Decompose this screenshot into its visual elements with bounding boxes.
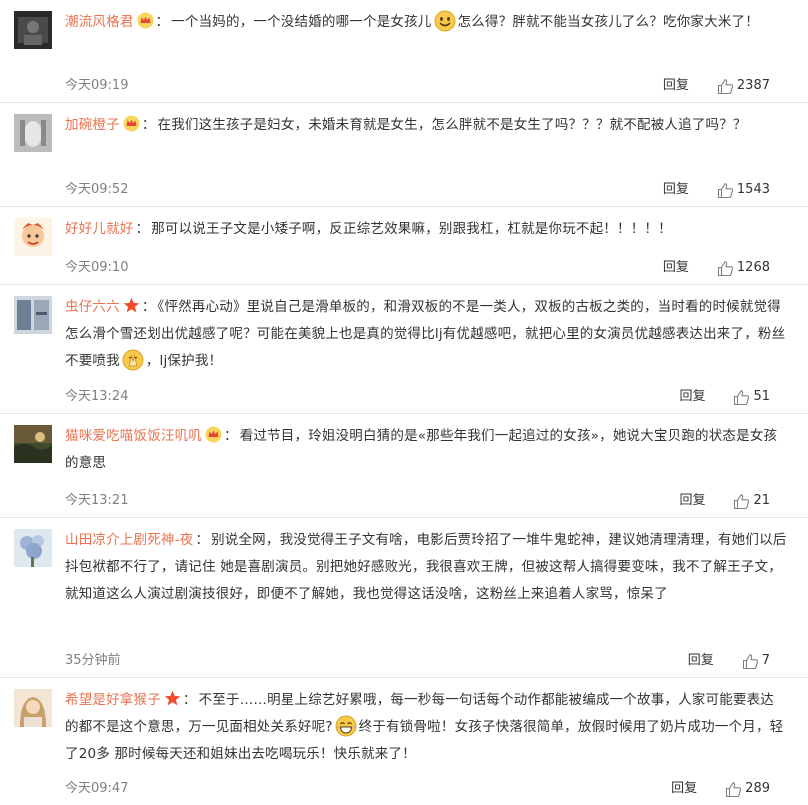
reply-button[interactable]: 回复 bbox=[688, 651, 714, 671]
comment-text: 潮流风格君：一个当妈的，一个没结婚的哪一个是女孩儿 怎么得？胖就不能当女孩儿了么？… bbox=[65, 9, 787, 36]
comment-item: 山田凉介上剧死神-夜：别说全网，我没觉得王子文有啥，电影后贾玲招了一堆牛鬼蛇神，… bbox=[0, 518, 808, 678]
thumbs-up-icon bbox=[717, 182, 734, 199]
comment-meta: 今天13:24 回复 51 bbox=[65, 387, 808, 407]
thumbs-up-icon bbox=[717, 78, 734, 95]
comment-text: 加碗橙子：在我们这生孩子是妇女，未婚未育就是女生，怎么胖就不是女生了吗？？？就不… bbox=[65, 115, 747, 133]
thumbs-up-icon bbox=[725, 781, 742, 798]
star-badge-icon bbox=[164, 690, 181, 707]
like-button[interactable]: 1268 bbox=[717, 258, 770, 278]
avatar[interactable] bbox=[14, 114, 52, 152]
like-count: 21 bbox=[753, 493, 770, 508]
timestamp: 今天09:10 bbox=[65, 260, 129, 275]
comment-body: 在我们这生孩子是妇女，未婚未育就是女生，怎么胖就不是女生了吗？？？就不配被人追了… bbox=[157, 117, 747, 133]
comment-actions: 回复 1268 bbox=[663, 258, 770, 278]
star-badge-icon bbox=[123, 297, 140, 314]
username[interactable]: 希望是好拿猴子 bbox=[65, 692, 161, 708]
comment-body-continued: ，lj保护我！ bbox=[145, 353, 223, 369]
timestamp: 今天13:21 bbox=[65, 493, 129, 508]
like-count: 1268 bbox=[736, 260, 770, 275]
like-button[interactable]: 21 bbox=[733, 491, 770, 511]
like-count: 7 bbox=[761, 653, 770, 668]
comment-actions: 回复 51 bbox=[679, 387, 770, 407]
comment-meta: 35分钟前 回复 7 bbox=[65, 651, 808, 671]
thumbs-up-icon bbox=[717, 260, 734, 277]
username[interactable]: 虫仔六六 bbox=[65, 299, 120, 315]
comment-actions: 回复 1543 bbox=[663, 180, 770, 200]
comment-feed: 潮流风格君：一个当妈的，一个没结婚的哪一个是女孩儿 怎么得？胖就不能当女孩儿了么？… bbox=[0, 0, 808, 805]
username[interactable]: 潮流风格君 bbox=[65, 14, 134, 30]
like-button[interactable]: 7 bbox=[742, 651, 770, 671]
avatar[interactable] bbox=[14, 689, 52, 727]
timestamp: 今天13:24 bbox=[65, 389, 129, 404]
comment-text: 猫咪爱吃喵饭饭汪叽叽：看过节目，玲姐没明白猜的是«那些年我们一起追过的女孩»，她… bbox=[65, 426, 778, 471]
comment-actions: 回复 289 bbox=[671, 779, 770, 799]
comment-item: 好好儿就好：那可以说王子文是小矮子啊，反正综艺效果嘛，别跟我杠，杠就是你玩不起！… bbox=[0, 207, 808, 285]
like-button[interactable]: 1543 bbox=[717, 180, 770, 200]
comment-meta: 今天09:10 回复 1268 bbox=[65, 258, 808, 278]
username[interactable]: 山田凉介上剧死神-夜 bbox=[65, 532, 193, 548]
reply-button[interactable]: 回复 bbox=[679, 491, 705, 511]
avatar[interactable] bbox=[14, 218, 52, 256]
like-count: 2387 bbox=[736, 78, 770, 93]
comment-body-continued: 怎么得？胖就不能当女孩儿了么？吃你家大米了！ bbox=[457, 14, 759, 30]
comment-text: 虫仔六六：《怦然再心动》里说自己是滑单板的，和滑双板的不是一类人，双板的古板之类… bbox=[65, 297, 786, 371]
like-count: 1543 bbox=[736, 182, 770, 197]
crown-badge-icon bbox=[123, 115, 140, 132]
reply-button[interactable]: 回复 bbox=[679, 387, 705, 407]
like-count: 51 bbox=[753, 389, 770, 404]
avatar[interactable] bbox=[14, 425, 52, 463]
pray-emoji-icon bbox=[122, 349, 144, 371]
reply-button[interactable]: 回复 bbox=[663, 258, 689, 278]
thumbs-up-icon bbox=[733, 493, 750, 510]
thumbs-up-icon bbox=[733, 389, 750, 406]
username[interactable]: 猫咪爱吃喵饭饭汪叽叽 bbox=[65, 428, 202, 444]
crown-badge-icon bbox=[205, 426, 222, 443]
avatar[interactable] bbox=[14, 529, 52, 567]
timestamp: 35分钟前 bbox=[65, 653, 121, 668]
avatar[interactable] bbox=[14, 296, 52, 334]
comment-actions: 回复 21 bbox=[679, 491, 770, 511]
comment-text: 好好儿就好：那可以说王子文是小矮子啊，反正综艺效果嘛，别跟我杠，杠就是你玩不起！… bbox=[65, 221, 672, 237]
timestamp: 今天09:19 bbox=[65, 78, 129, 93]
grin-emoji-icon bbox=[434, 10, 456, 32]
username[interactable]: 加碗橙子 bbox=[65, 117, 120, 133]
comment-item: 希望是好拿猴子：不至于……明星上综艺好累哦，每一秒每一句话每个动作都能被编成一个… bbox=[0, 678, 808, 805]
like-button[interactable]: 2387 bbox=[717, 76, 770, 96]
laugh-emoji-icon bbox=[335, 715, 357, 737]
comment-actions: 回复 2387 bbox=[663, 76, 770, 96]
comment-meta: 今天09:52 回复 1543 bbox=[65, 180, 808, 200]
comment-text: 山田凉介上剧死神-夜：别说全网，我没觉得王子文有啥，电影后贾玲招了一堆牛鬼蛇神，… bbox=[65, 532, 787, 602]
comment-body: 一个当妈的，一个没结婚的哪一个是女孩儿 bbox=[171, 14, 432, 30]
like-count: 289 bbox=[745, 781, 770, 796]
username[interactable]: 好好儿就好 bbox=[65, 221, 134, 237]
avatar[interactable] bbox=[14, 11, 52, 49]
like-button[interactable]: 289 bbox=[725, 779, 770, 799]
comment-actions: 回复 7 bbox=[688, 651, 770, 671]
comment-item: 加碗橙子：在我们这生孩子是妇女，未婚未育就是女生，怎么胖就不是女生了吗？？？就不… bbox=[0, 103, 808, 207]
comment-item: 虫仔六六：《怦然再心动》里说自己是滑单板的，和滑双板的不是一类人，双板的古板之类… bbox=[0, 285, 808, 414]
like-button[interactable]: 51 bbox=[733, 387, 770, 407]
comment-meta: 今天13:21 回复 21 bbox=[65, 491, 808, 511]
reply-button[interactable]: 回复 bbox=[663, 76, 689, 96]
comment-item: 潮流风格君：一个当妈的，一个没结婚的哪一个是女孩儿 怎么得？胖就不能当女孩儿了么？… bbox=[0, 0, 808, 103]
timestamp: 今天09:52 bbox=[65, 182, 129, 197]
thumbs-up-icon bbox=[742, 653, 759, 670]
timestamp: 今天09:47 bbox=[65, 781, 129, 796]
comment-body: 那可以说王子文是小矮子啊，反正综艺效果嘛，别跟我杠，杠就是你玩不起！！！！！ bbox=[151, 221, 672, 237]
reply-button[interactable]: 回复 bbox=[663, 180, 689, 200]
comment-meta: 今天09:19 回复 2387 bbox=[65, 76, 808, 96]
comment-item: 猫咪爱吃喵饭饭汪叽叽：看过节目，玲姐没明白猜的是«那些年我们一起追过的女孩»，她… bbox=[0, 414, 808, 518]
reply-button[interactable]: 回复 bbox=[671, 779, 697, 799]
crown-badge-icon bbox=[137, 12, 154, 29]
comment-text: 希望是好拿猴子：不至于……明星上综艺好累哦，每一秒每一句话每个动作都能被编成一个… bbox=[65, 690, 784, 762]
comment-meta: 今天09:47 回复 289 bbox=[65, 779, 808, 799]
